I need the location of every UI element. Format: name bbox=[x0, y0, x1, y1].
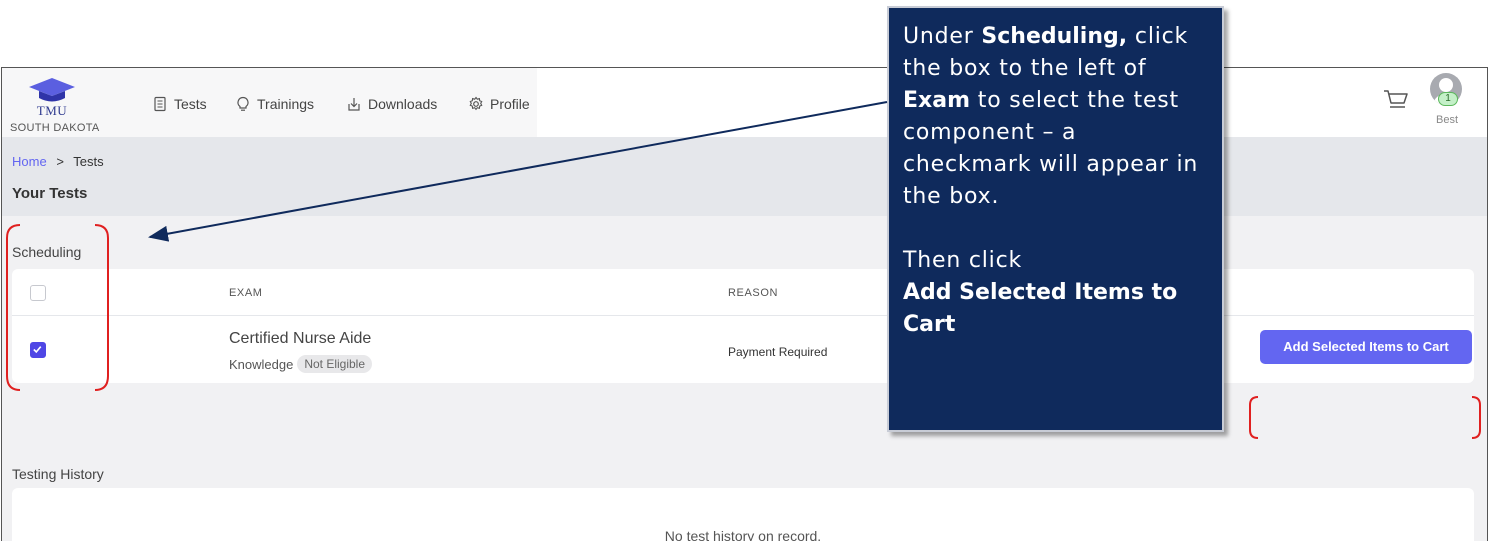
exam-name: Certified Nurse Aide bbox=[229, 330, 372, 347]
logo-state: SOUTH DAKOTA bbox=[10, 122, 100, 134]
callout-step-1: Under Scheduling, click the box to the l… bbox=[903, 21, 1208, 213]
logo-name: TMU bbox=[36, 103, 68, 118]
empty-history-message: No test history on record. bbox=[664, 528, 822, 541]
app-window: TMU SOUTH DAKOTA Tests Trainings Downloa… bbox=[1, 67, 1488, 541]
callout-bold: Add Selected Items to Cart bbox=[903, 280, 1178, 337]
document-icon bbox=[154, 96, 166, 112]
exam-details: Knowledge Not Eligible bbox=[229, 355, 373, 373]
nav-downloads[interactable]: Downloads bbox=[346, 96, 437, 112]
cart-icon[interactable] bbox=[1383, 88, 1409, 112]
column-exam: EXAM bbox=[229, 287, 263, 299]
breadcrumb-separator: > bbox=[56, 154, 64, 169]
nav-label: Tests bbox=[174, 96, 207, 112]
breadcrumb-home[interactable]: Home bbox=[12, 154, 47, 169]
column-reason: REASON bbox=[728, 287, 779, 299]
graduation-cap-icon bbox=[29, 78, 75, 102]
cart-count-badge: 1 bbox=[1438, 92, 1458, 106]
checkmark-icon bbox=[33, 346, 42, 354]
callout-bold: Exam bbox=[903, 88, 970, 113]
page-title: Your Tests bbox=[12, 185, 88, 202]
gear-icon bbox=[469, 96, 483, 111]
callout-step-2: Then click bbox=[903, 248, 1023, 273]
main-content: Scheduling EXAM REASON Certified Nurse A… bbox=[2, 216, 1487, 541]
exam-component: Knowledge bbox=[229, 356, 294, 372]
add-selected-to-cart-button[interactable]: Add Selected Items to Cart bbox=[1260, 330, 1472, 364]
nav-tests[interactable]: Tests bbox=[152, 96, 207, 112]
download-icon bbox=[348, 98, 360, 111]
scheduling-table: EXAM REASON Certified Nurse Aide Knowled… bbox=[12, 269, 1474, 383]
callout-gap bbox=[903, 213, 1208, 245]
callout-bold: Scheduling, bbox=[981, 24, 1128, 49]
callout-step-2-bold: Add Selected Items to Cart bbox=[903, 277, 1208, 341]
user-name: Best bbox=[1436, 114, 1459, 126]
breadcrumb: Home > Tests bbox=[12, 154, 104, 169]
instruction-callout: Under Scheduling, click the box to the l… bbox=[887, 6, 1224, 432]
table-header: EXAM REASON bbox=[12, 269, 1474, 316]
nav-trainings[interactable]: Trainings bbox=[235, 96, 314, 112]
lightbulb-icon bbox=[237, 96, 249, 111]
table-row: Certified Nurse Aide Knowledge Not Eligi… bbox=[12, 316, 1474, 382]
top-bar: TMU SOUTH DAKOTA Tests Trainings Downloa… bbox=[2, 68, 1487, 137]
nav-label: Profile bbox=[490, 96, 530, 112]
nav-profile[interactable]: Profile bbox=[468, 96, 530, 112]
testing-history-title: Testing History bbox=[12, 466, 104, 482]
breadcrumb-current: Tests bbox=[73, 154, 104, 169]
exam-reason: Payment Required bbox=[728, 345, 828, 359]
nav-label: Trainings bbox=[257, 96, 315, 112]
nav-label: Downloads bbox=[368, 96, 438, 112]
callout-text: Under bbox=[903, 24, 982, 49]
row-checkbox[interactable] bbox=[30, 342, 46, 358]
scheduling-title: Scheduling bbox=[12, 244, 82, 260]
testing-history-table: No test history on record. bbox=[12, 488, 1474, 541]
status-badge: Not Eligible bbox=[297, 355, 373, 373]
logo[interactable]: TMU SOUTH DAKOTA bbox=[10, 78, 122, 134]
select-all-checkbox[interactable] bbox=[30, 285, 46, 301]
